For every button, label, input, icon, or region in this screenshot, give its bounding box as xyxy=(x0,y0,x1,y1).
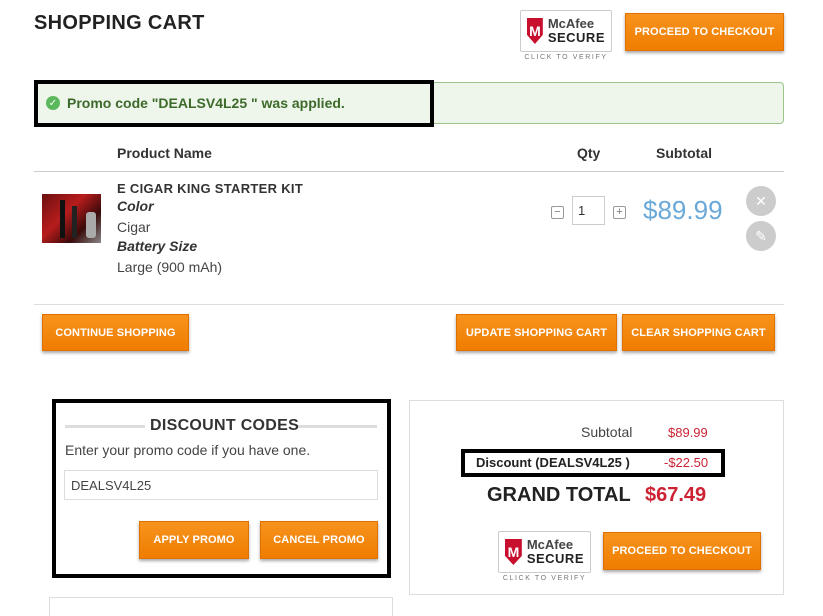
page-title: SHOPPING CART xyxy=(34,12,205,34)
clear-cart-button[interactable]: CLEAR SHOPPING CART xyxy=(622,314,775,351)
mcafee-verify-text-bottom: CLICK TO VERIFY xyxy=(502,575,587,582)
mcafee-shield-icon: M xyxy=(527,18,543,44)
table-row-divider xyxy=(34,304,784,305)
discount-title-rule-left xyxy=(65,425,145,428)
edit-item-icon[interactable]: ✎ xyxy=(746,221,776,251)
promo-code-input[interactable] xyxy=(64,470,378,500)
mcafee-verify-text: CLICK TO VERIFY xyxy=(524,54,608,61)
proceed-checkout-button-bottom[interactable]: PROCEED TO CHECKOUT xyxy=(603,532,761,570)
option-label-battery: Battery Size xyxy=(117,238,198,254)
mcafee-brand: McAfee xyxy=(547,16,595,31)
mcafee-brand-bottom: McAfee xyxy=(526,537,574,552)
header-qty: Qty xyxy=(577,145,601,161)
mcafee-secure: SECURE xyxy=(547,30,605,45)
continue-shopping-button[interactable]: CONTINUE SHOPPING xyxy=(42,314,189,351)
product-name[interactable]: E CIGAR KING STARTER KIT xyxy=(117,181,303,196)
mcafee-badge[interactable]: M McAfee SECURE CLICK TO VERIFY xyxy=(520,10,612,61)
option-value-battery: Large (900 mAh) xyxy=(117,259,223,275)
discount-codes-title: DISCOUNT CODES xyxy=(150,417,300,434)
option-value-color: Cigar xyxy=(117,219,151,235)
discount-title-rule-right xyxy=(297,425,377,428)
mcafee-shield-icon: M xyxy=(505,539,522,565)
discount-label: Discount (DEALSV4L25 ) xyxy=(476,455,630,470)
subtotal-label: Subtotal xyxy=(581,424,633,440)
option-label-color: Color xyxy=(117,198,154,214)
mcafee-secure-bottom: SECURE xyxy=(526,551,584,566)
mcafee-badge-bottom[interactable]: M McAfee SECURE CLICK TO VERIFY xyxy=(498,531,591,582)
table-header-divider xyxy=(34,171,784,172)
subtotal-value: $89.99 xyxy=(668,425,708,440)
alert-message: Promo code "DEALSV4L25 " was applied. xyxy=(67,95,345,111)
qty-increase-button[interactable]: + xyxy=(613,206,626,219)
cancel-promo-button[interactable]: CANCEL PROMO xyxy=(260,521,378,559)
grand-total-label: GRAND TOTAL xyxy=(487,484,631,506)
discount-value: -$22.50 xyxy=(664,455,709,470)
remove-item-icon[interactable]: ✕ xyxy=(746,186,776,216)
discount-hint: Enter your promo code if you have one. xyxy=(65,442,311,458)
product-thumbnail[interactable] xyxy=(42,194,101,243)
next-panel-edge xyxy=(49,597,393,616)
apply-promo-button[interactable]: APPLY PROMO xyxy=(139,521,249,559)
header-product-name: Product Name xyxy=(117,145,212,161)
check-circle-icon: ✓ xyxy=(46,96,60,110)
update-cart-button[interactable]: UPDATE SHOPPING CART xyxy=(456,314,617,351)
proceed-checkout-button-top[interactable]: PROCEED TO CHECKOUT xyxy=(625,13,784,51)
qty-input[interactable] xyxy=(572,196,605,225)
header-subtotal: Subtotal xyxy=(656,145,712,161)
item-subtotal: $89.99 xyxy=(643,195,723,225)
qty-decrease-button[interactable]: − xyxy=(551,206,564,219)
grand-total-value: $67.49 xyxy=(645,484,707,506)
